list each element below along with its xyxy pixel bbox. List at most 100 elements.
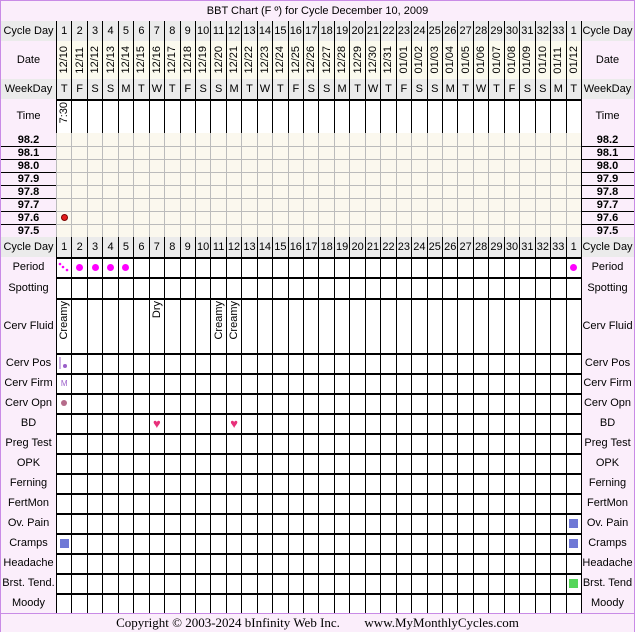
cerv-pos-cell[interactable] <box>349 353 364 373</box>
temp-cell[interactable] <box>133 133 149 146</box>
headache-cell[interactable] <box>210 553 225 573</box>
temp-cell[interactable] <box>102 172 118 185</box>
headache-cell[interactable] <box>472 553 488 573</box>
temp-cell[interactable] <box>272 172 288 185</box>
temp-cell[interactable] <box>565 198 581 211</box>
spotting-cell[interactable] <box>164 277 179 298</box>
temp-cell[interactable] <box>442 172 458 185</box>
bd-cell[interactable] <box>56 413 71 433</box>
cerv-firm-cell[interactable] <box>71 373 86 393</box>
bd-cell[interactable] <box>303 413 318 433</box>
temp-cell[interactable] <box>411 159 427 172</box>
temp-cell[interactable] <box>442 146 458 159</box>
bd-cell[interactable] <box>565 413 581 433</box>
cerv-opn-cell[interactable] <box>318 393 333 413</box>
ov-pain-cell[interactable] <box>148 513 164 533</box>
temp-cell[interactable] <box>565 133 581 146</box>
temp-cell[interactable] <box>318 159 334 172</box>
period-cell[interactable] <box>411 257 426 277</box>
cramps-cell[interactable] <box>86 533 102 553</box>
temp-cell[interactable] <box>86 159 103 172</box>
temp-cell[interactable] <box>56 224 72 237</box>
temp-cell[interactable] <box>56 185 72 198</box>
cerv-firm-cell[interactable] <box>364 373 380 393</box>
cerv-opn-cell[interactable] <box>519 393 534 413</box>
temp-cell[interactable] <box>272 198 288 211</box>
fertmon-cell[interactable] <box>380 493 395 513</box>
ferning-cell[interactable] <box>472 473 488 493</box>
opk-cell[interactable] <box>488 453 503 473</box>
temp-cell[interactable] <box>287 133 304 146</box>
temp-cell[interactable] <box>395 211 412 224</box>
cramps-cell[interactable] <box>534 533 550 553</box>
cerv-opn-cell[interactable] <box>164 393 179 413</box>
temp-cell[interactable] <box>349 146 365 159</box>
headache-cell[interactable] <box>503 553 519 573</box>
cerv-opn-cell[interactable] <box>333 393 349 413</box>
temp-cell[interactable] <box>503 224 520 237</box>
opk-cell[interactable] <box>550 453 565 473</box>
temp-cell[interactable] <box>179 133 195 146</box>
time-cell[interactable] <box>349 99 364 133</box>
temp-cell[interactable] <box>534 146 551 159</box>
cerv-firm-cell[interactable] <box>179 373 195 393</box>
temp-cell[interactable] <box>179 198 195 211</box>
temp-cell[interactable] <box>472 185 489 198</box>
cramps-cell[interactable] <box>287 533 303 553</box>
cerv-opn-cell[interactable] <box>457 393 472 413</box>
period-cell[interactable] <box>364 257 380 277</box>
fertmon-cell[interactable] <box>364 493 380 513</box>
preg-test-cell[interactable] <box>364 433 380 453</box>
cerv-opn-cell[interactable] <box>102 393 117 413</box>
ov-pain-cell[interactable] <box>565 513 581 533</box>
time-cell[interactable] <box>426 99 442 133</box>
temp-cell[interactable] <box>380 185 396 198</box>
temp-cell[interactable] <box>472 172 489 185</box>
temp-cell[interactable] <box>133 185 149 198</box>
preg-test-cell[interactable] <box>117 433 133 453</box>
ov-pain-cell[interactable] <box>411 513 426 533</box>
fertmon-cell[interactable] <box>86 493 102 513</box>
temp-cell[interactable] <box>318 146 334 159</box>
headache-cell[interactable] <box>71 553 86 573</box>
ov-pain-cell[interactable] <box>534 513 550 533</box>
fertmon-cell[interactable] <box>442 493 457 513</box>
cerv-fluid-cell[interactable]: Creamy <box>56 298 71 353</box>
preg-test-cell[interactable] <box>179 433 195 453</box>
ov-pain-cell[interactable] <box>349 513 364 533</box>
temp-cell[interactable] <box>287 159 304 172</box>
spotting-cell[interactable] <box>472 277 488 298</box>
temp-cell[interactable] <box>148 224 165 237</box>
time-cell[interactable] <box>117 99 133 133</box>
preg-test-cell[interactable] <box>303 433 318 453</box>
opk-cell[interactable] <box>117 453 133 473</box>
period-cell[interactable] <box>102 257 117 277</box>
period-cell[interactable] <box>565 257 581 277</box>
period-cell[interactable] <box>503 257 519 277</box>
cerv-firm-cell[interactable] <box>395 373 411 393</box>
temp-cell[interactable] <box>550 211 566 224</box>
ov-pain-cell[interactable] <box>133 513 148 533</box>
fertmon-cell[interactable] <box>272 493 287 513</box>
cerv-opn-cell[interactable] <box>117 393 133 413</box>
brst-tend-cell[interactable] <box>164 573 179 593</box>
temp-cell[interactable] <box>457 224 473 237</box>
temp-cell[interactable] <box>457 172 473 185</box>
time-cell[interactable] <box>287 99 303 133</box>
cerv-fluid-cell[interactable] <box>534 298 550 353</box>
cerv-fluid-cell[interactable] <box>194 298 210 353</box>
cerv-opn-cell[interactable] <box>241 393 256 413</box>
temp-cell[interactable] <box>333 172 350 185</box>
cerv-opn-cell[interactable] <box>426 393 442 413</box>
temp-cell[interactable] <box>287 146 304 159</box>
spotting-cell[interactable] <box>133 277 148 298</box>
temp-cell[interactable] <box>380 211 396 224</box>
cramps-cell[interactable] <box>256 533 272 553</box>
temp-cell[interactable] <box>333 224 350 237</box>
brst-tend-cell[interactable] <box>210 573 225 593</box>
temp-cell[interactable] <box>395 198 412 211</box>
headache-cell[interactable] <box>148 553 164 573</box>
period-cell[interactable] <box>272 257 287 277</box>
cramps-cell[interactable] <box>333 533 349 553</box>
temp-cell[interactable] <box>380 133 396 146</box>
